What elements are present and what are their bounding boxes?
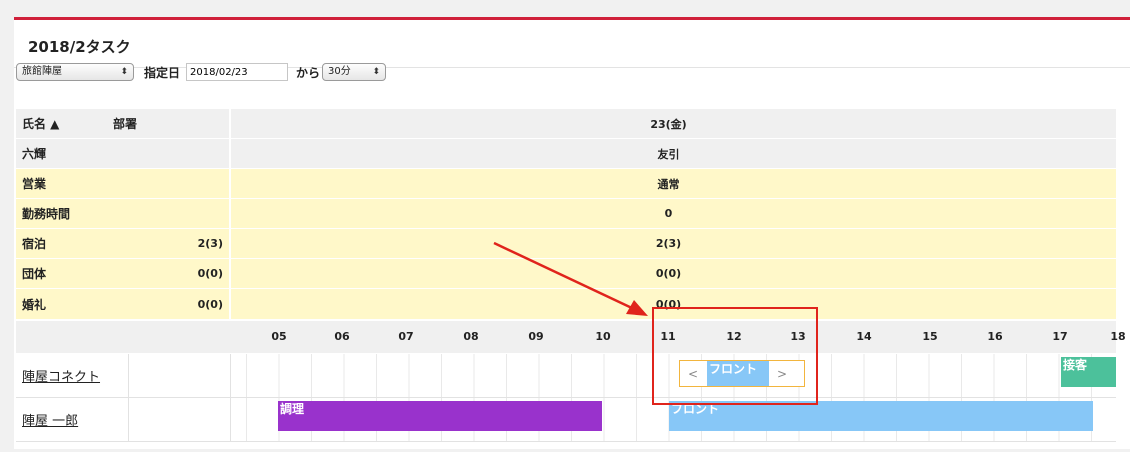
- annotation-arrow-icon: [493, 241, 648, 316]
